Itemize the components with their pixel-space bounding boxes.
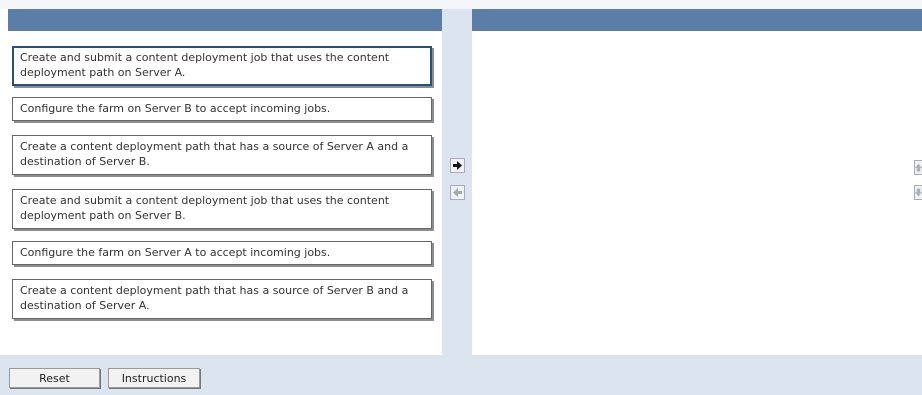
answer-area-panel [472,9,922,355]
arrow-right-icon [453,161,462,170]
list-item[interactable]: Configure the farm on Server A to accept… [12,241,432,265]
list-item-text: Configure the farm on Server A to accept… [20,246,331,259]
list-item-text: Create and submit a content deployment j… [20,51,390,79]
move-controls [442,9,472,355]
list-item[interactable]: Create and submit a content deployment j… [12,46,432,86]
arrow-up-icon [915,163,922,172]
arrow-left-icon [453,188,462,197]
move-down-button[interactable] [914,185,922,200]
move-left-button[interactable] [450,185,465,200]
list-item-text: Create a content deployment path that ha… [20,284,409,312]
list-item[interactable]: Create a content deployment path that ha… [12,135,432,175]
instructions-button[interactable]: Instructions [108,368,200,388]
top-strip [0,0,922,9]
list-item[interactable]: Create and submit a content deployment j… [12,189,432,229]
list-item-text: Create and submit a content deployment j… [20,194,390,222]
move-up-button[interactable] [914,160,922,175]
bottom-toolbar: Reset Instructions [0,355,922,395]
move-right-button[interactable] [450,158,465,173]
answer-area-header [472,9,922,31]
answer-choices-header [8,9,442,31]
list-item[interactable]: Configure the farm on Server B to accept… [12,97,432,121]
list-item-text: Create a content deployment path that ha… [20,140,409,168]
answer-choices-panel: Create and submit a content deployment j… [8,9,442,355]
reset-button[interactable]: Reset [9,368,100,388]
arrow-down-icon [915,188,922,197]
list-item[interactable]: Create a content deployment path that ha… [12,279,432,319]
list-item-text: Configure the farm on Server B to accept… [20,102,331,115]
